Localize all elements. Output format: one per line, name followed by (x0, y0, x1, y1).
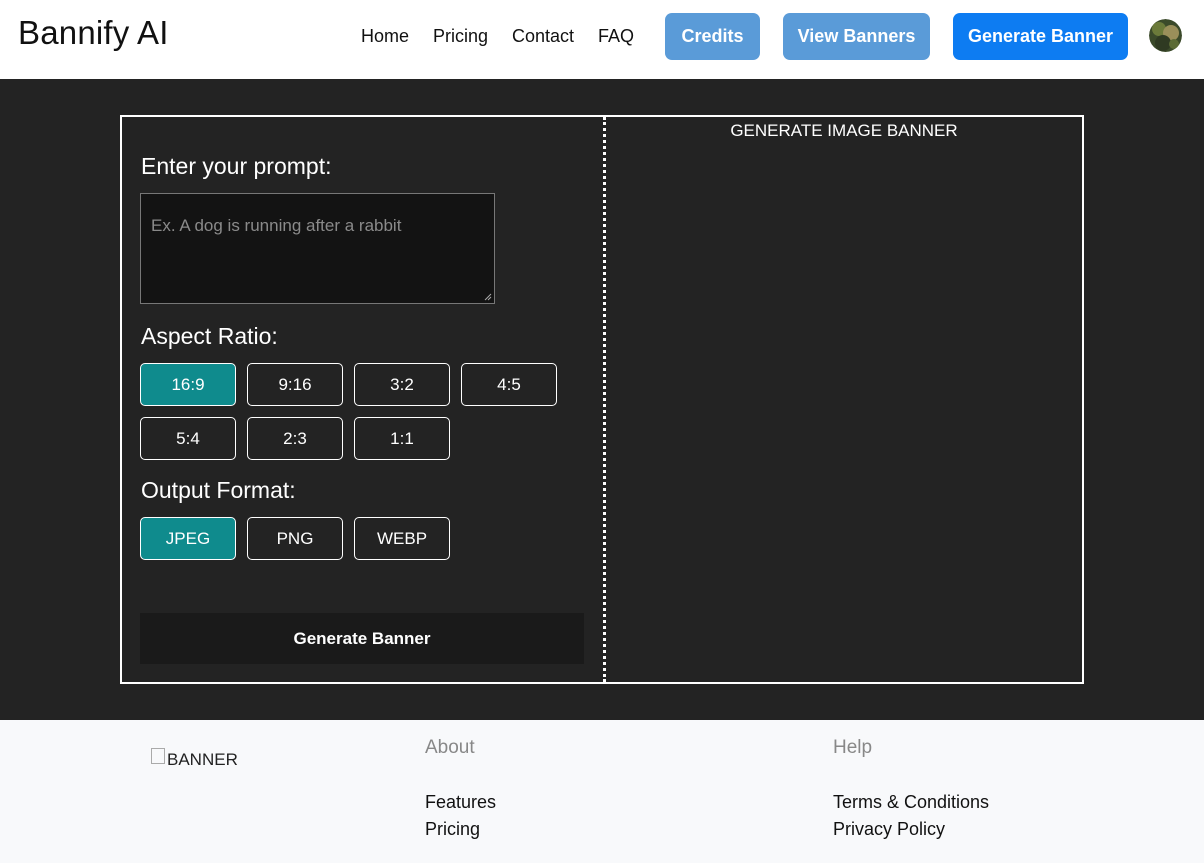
nav-home-link[interactable]: Home (361, 26, 409, 47)
broken-image-icon (151, 748, 165, 764)
top-navbar: Bannify AI Home Pricing Contact FAQ Cred… (0, 0, 1204, 79)
output-format-label: Output Format: (141, 477, 296, 503)
format-option-webp[interactable]: WEBP (354, 517, 450, 560)
footer-terms-link[interactable]: Terms & Conditions (833, 792, 989, 813)
nav-faq-link[interactable]: FAQ (598, 26, 634, 47)
aspect-option-2-3[interactable]: 2:3 (247, 417, 343, 460)
format-option-jpeg[interactable]: JPEG (140, 517, 236, 560)
prompt-input[interactable] (151, 216, 484, 281)
format-option-png[interactable]: PNG (247, 517, 343, 560)
generate-banner-button[interactable]: Generate Banner (140, 613, 584, 664)
aspect-option-1-1[interactable]: 1:1 (354, 417, 450, 460)
nav-pricing-link[interactable]: Pricing (433, 26, 488, 47)
brand-logo[interactable]: Bannify AI (18, 14, 169, 52)
aspect-option-5-4[interactable]: 5:4 (140, 417, 236, 460)
footer-features-link[interactable]: Features (425, 792, 496, 813)
footer: BANNER About Features Pricing Help Terms… (0, 720, 1204, 863)
nav-contact-link[interactable]: Contact (512, 26, 574, 47)
aspect-option-3-2[interactable]: 3:2 (354, 363, 450, 406)
aspect-option-4-5[interactable]: 4:5 (461, 363, 557, 406)
view-banners-button[interactable]: View Banners (783, 13, 930, 60)
preview-title: GENERATE IMAGE BANNER (730, 121, 958, 140)
aspect-ratio-label: Aspect Ratio: (141, 323, 278, 349)
aspect-option-16-9[interactable]: 16:9 (140, 363, 236, 406)
footer-logo-alt: BANNER (167, 750, 238, 769)
generate-banner-nav-button[interactable]: Generate Banner (953, 13, 1128, 60)
footer-privacy-link[interactable]: Privacy Policy (833, 819, 945, 840)
footer-pricing-link[interactable]: Pricing (425, 819, 480, 840)
prompt-field[interactable] (140, 193, 495, 304)
resize-grip-icon[interactable] (484, 293, 492, 301)
panel-divider (603, 117, 606, 682)
credits-button[interactable]: Credits (665, 13, 760, 60)
aspect-option-9-16[interactable]: 9:16 (247, 363, 343, 406)
footer-logo: BANNER (151, 748, 238, 770)
footer-help-heading: Help (833, 737, 873, 758)
user-avatar[interactable] (1149, 19, 1182, 52)
footer-about-heading: About (425, 737, 475, 758)
prompt-label: Enter your prompt: (141, 153, 332, 179)
avatar-image (1149, 19, 1182, 52)
